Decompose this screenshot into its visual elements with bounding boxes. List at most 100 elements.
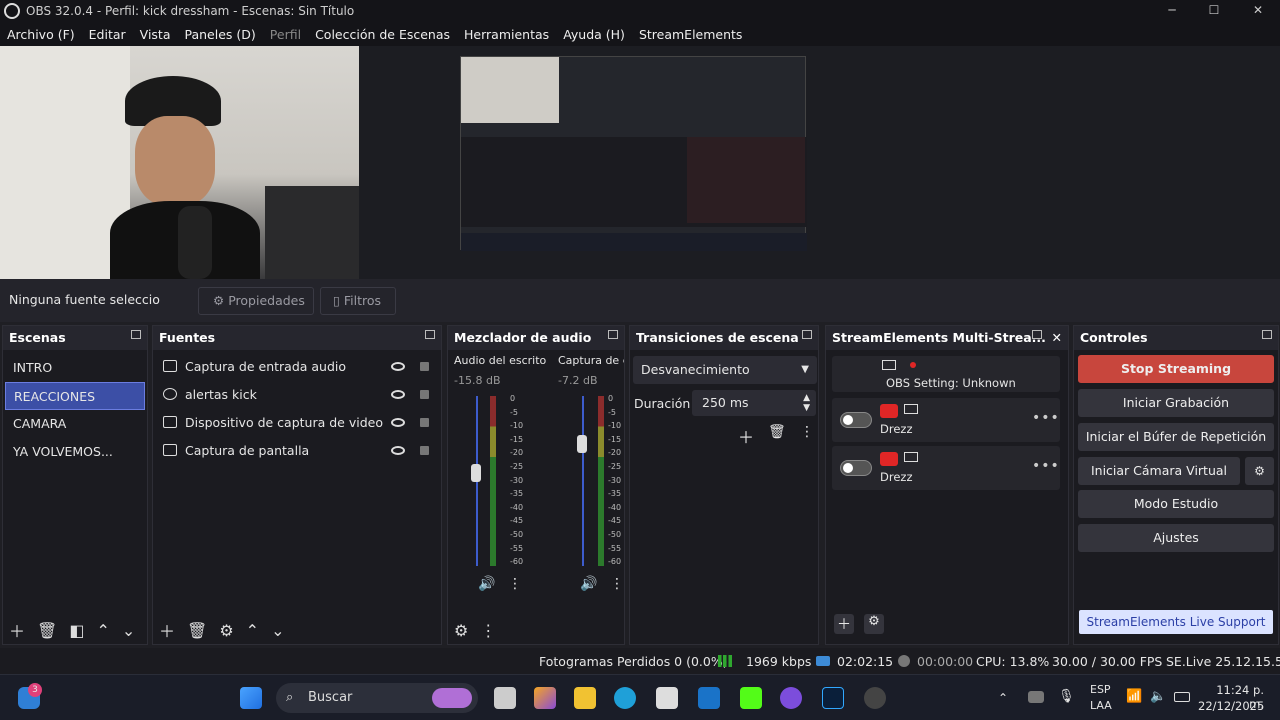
close-window-button[interactable]: ✕: [1236, 0, 1280, 22]
lock-icon[interactable]: [420, 445, 429, 455]
tray-app-icon[interactable]: [1028, 691, 1044, 703]
speaker-icon[interactable]: 🔊: [478, 576, 495, 592]
file-explorer-icon[interactable]: [574, 687, 596, 709]
target-toggle[interactable]: [840, 412, 872, 428]
mixer-menu-button[interactable]: ⋮: [480, 621, 496, 640]
channel-menu-button[interactable]: ⋮: [610, 576, 624, 592]
wifi-icon[interactable]: 📶: [1126, 689, 1142, 704]
obs-taskbar-icon[interactable]: [864, 687, 886, 709]
move-down-button[interactable]: ⌄: [122, 621, 135, 640]
transition-select[interactable]: Desvanecimiento ▼: [633, 356, 817, 384]
remove-source-button[interactable]: 🗑: [187, 621, 207, 640]
target-menu-button[interactable]: •••: [1032, 410, 1060, 426]
move-up-button[interactable]: ⌃: [246, 621, 259, 640]
undock-icon[interactable]: [1262, 330, 1272, 339]
settings-button[interactable]: Ajustes: [1078, 524, 1274, 552]
task-view-icon[interactable]: [494, 687, 516, 709]
source-row[interactable]: Captura de entrada audio: [153, 352, 441, 380]
menu-paneles[interactable]: Paneles (D): [185, 27, 256, 42]
maximize-button[interactable]: ☐: [1192, 0, 1236, 22]
add-source-button[interactable]: ＋: [159, 618, 175, 642]
remove-scene-button[interactable]: 🗑: [37, 621, 57, 640]
volume-fader[interactable]: [471, 463, 481, 482]
scene-item-selected[interactable]: REACCIONES: [5, 382, 145, 410]
properties-button[interactable]: ⚙ Propiedades: [198, 287, 314, 315]
virtual-camera-settings-gear-icon[interactable]: ⚙: [1245, 457, 1274, 485]
target-toggle[interactable]: [840, 460, 872, 476]
menu-ayuda[interactable]: Ayuda (H): [563, 27, 625, 42]
spin-arrows-icon[interactable]: ▲ ▼: [803, 393, 810, 413]
meter-scale-tick: -10: [510, 421, 524, 431]
menu-editar[interactable]: Editar: [89, 27, 126, 42]
menu-herramientas[interactable]: Herramientas: [464, 27, 549, 42]
taskbar-search[interactable]: ⌕ Buscar: [276, 683, 478, 713]
kick-icon[interactable]: [740, 687, 762, 709]
source-row[interactable]: Captura de pantalla: [153, 436, 441, 464]
microphone-icon[interactable]: 🎙: [1058, 689, 1075, 704]
scene-item[interactable]: CAMARA: [5, 410, 145, 438]
move-down-button[interactable]: ⌄: [271, 621, 284, 640]
menu-streamelements[interactable]: StreamElements: [639, 27, 743, 42]
mixer-settings-button[interactable]: ⚙: [454, 621, 468, 640]
multistream-settings-button[interactable]: ⚙: [864, 614, 884, 634]
filters-button[interactable]: ▯ Filtros: [320, 287, 396, 315]
studio-mode-button[interactable]: Modo Estudio: [1078, 490, 1274, 518]
start-recording-button[interactable]: Iniciar Grabación: [1078, 389, 1274, 417]
lock-icon[interactable]: [420, 389, 429, 399]
volume-fader[interactable]: [577, 434, 587, 453]
battery-icon[interactable]: [1174, 692, 1190, 702]
keyboard-layout[interactable]: LAA: [1090, 699, 1112, 712]
source-settings-button[interactable]: ⚙: [219, 621, 233, 640]
menu-coleccion[interactable]: Colección de Escenas: [315, 27, 450, 42]
transition-menu-button[interactable]: ⋮: [800, 424, 814, 440]
speaker-icon[interactable]: 🔊: [580, 576, 597, 592]
meter-scale-tick: -35: [510, 489, 524, 499]
tray-expand-icon[interactable]: ⌃: [998, 691, 1008, 705]
live-support-button[interactable]: StreamElements Live Support: [1079, 610, 1273, 634]
channel-menu-button[interactable]: ⋮: [508, 576, 522, 592]
lock-icon[interactable]: [420, 417, 429, 427]
undock-icon[interactable]: [1032, 330, 1042, 339]
photoshop-icon[interactable]: [822, 687, 844, 709]
volume-slider-track[interactable]: [582, 396, 584, 566]
lock-icon[interactable]: [420, 361, 429, 371]
undock-icon[interactable]: [802, 330, 812, 339]
add-target-button[interactable]: ＋: [834, 614, 854, 634]
menu-vista[interactable]: Vista: [140, 27, 171, 42]
undock-icon[interactable]: [131, 330, 141, 339]
visibility-eye-icon[interactable]: [391, 417, 405, 427]
add-scene-button[interactable]: ＋: [9, 618, 25, 642]
undock-icon[interactable]: [425, 330, 435, 339]
source-row[interactable]: Dispositivo de captura de video: [153, 408, 441, 436]
target-menu-button[interactable]: •••: [1032, 458, 1060, 474]
store-icon[interactable]: [656, 687, 678, 709]
minimize-button[interactable]: ─: [1150, 0, 1194, 22]
language-code[interactable]: ESP: [1090, 683, 1111, 696]
scene-filters-button[interactable]: ◧: [69, 621, 84, 640]
menu-archivo[interactable]: Archivo (F): [7, 27, 75, 42]
visibility-eye-icon[interactable]: [391, 445, 405, 455]
remove-transition-button[interactable]: 🗑: [768, 424, 786, 440]
scene-item[interactable]: INTRO: [5, 354, 145, 382]
close-icon[interactable]: ✕: [1052, 326, 1062, 350]
add-transition-button[interactable]: ＋: [738, 424, 754, 448]
duration-spinbox[interactable]: 250 ms ▲ ▼: [692, 390, 816, 416]
replay-buffer-button[interactable]: Iniciar el Búfer de Repetición: [1078, 423, 1274, 451]
edge-icon[interactable]: [614, 687, 636, 709]
stream-preview[interactable]: [0, 46, 1280, 279]
volume-icon[interactable]: 🔈: [1150, 689, 1166, 704]
outlook-icon[interactable]: [698, 687, 720, 709]
move-up-button[interactable]: ⌃: [96, 621, 109, 640]
copilot-icon[interactable]: [534, 687, 556, 709]
windows-start-icon[interactable]: [240, 687, 262, 709]
undock-icon[interactable]: [608, 330, 618, 339]
scene-item[interactable]: YA VOLVEMOS...: [5, 438, 145, 466]
virtual-camera-button[interactable]: Iniciar Cámara Virtual: [1078, 457, 1240, 485]
source-row[interactable]: alertas kick: [153, 380, 441, 408]
stop-streaming-button[interactable]: Stop Streaming: [1078, 355, 1274, 383]
clock-date[interactable]: 22/12/2025: [1198, 699, 1264, 713]
menu-perfil[interactable]: Perfil: [270, 27, 301, 42]
app-circle-icon[interactable]: [780, 687, 802, 709]
visibility-eye-icon[interactable]: [391, 361, 405, 371]
visibility-eye-icon[interactable]: [391, 389, 405, 399]
